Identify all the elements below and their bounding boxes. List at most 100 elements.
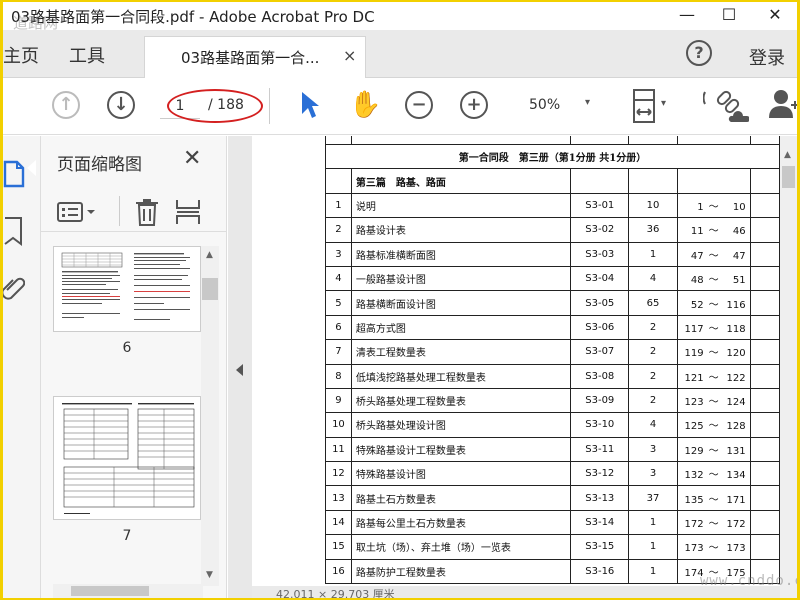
table-row: 4 一般路基设计图 S3-04 4 48 ～ 51 bbox=[325, 265, 780, 292]
table-row: 9 桥头路基处理工程数量表 S3-09 2 123 ～ 124 bbox=[325, 387, 780, 414]
bookmark-icon[interactable] bbox=[3, 216, 27, 246]
zoom-in-icon[interactable]: + bbox=[460, 91, 488, 119]
tab-tools[interactable]: 工具 bbox=[69, 42, 105, 68]
select-cursor-icon[interactable] bbox=[299, 90, 321, 124]
range-tilde: ～ bbox=[708, 543, 719, 555]
close-panel-icon[interactable]: ✕ bbox=[183, 146, 201, 171]
range-tilde: ～ bbox=[708, 275, 719, 287]
document-scrollbar[interactable]: ▲ bbox=[780, 136, 797, 598]
page-dimensions: 42.011 × 29.703 厘米 bbox=[276, 588, 395, 598]
page-from: 11 bbox=[690, 226, 704, 238]
sheet-count: 2 bbox=[628, 339, 678, 365]
add-user-icon[interactable] bbox=[769, 88, 797, 127]
page-range: 117 ～ 118 bbox=[676, 314, 751, 341]
tab-home[interactable]: 主页 bbox=[3, 42, 39, 68]
hand-tool-icon[interactable]: ✋ bbox=[349, 90, 381, 120]
remark-cell bbox=[749, 534, 780, 560]
page-from: 47 bbox=[690, 250, 704, 262]
page-from: 48 bbox=[690, 275, 704, 287]
sheet-count: 65 bbox=[628, 290, 678, 316]
page-thumbnail[interactable] bbox=[53, 246, 201, 332]
link-icon[interactable] bbox=[702, 88, 750, 131]
table-row: 第一合同段 第三册（第1分册 共1分册） bbox=[325, 143, 780, 170]
page-fit-icon[interactable] bbox=[631, 88, 657, 124]
table-row: 15 取土坑（场）、弃土堆（场）一览表 S3-15 1 173 ～ 173 bbox=[325, 534, 780, 560]
page-to: 47 bbox=[732, 250, 746, 262]
page-to: 116 bbox=[726, 299, 746, 311]
drawing-name: 低填浅挖路基处理工程数量表 bbox=[350, 363, 572, 389]
remark-cell bbox=[749, 485, 780, 511]
page-from: 173 bbox=[684, 543, 704, 555]
page-to: 46 bbox=[732, 226, 746, 238]
help-icon[interactable]: ? bbox=[686, 40, 712, 66]
next-page-icon[interactable]: ↓ bbox=[107, 91, 135, 119]
page-range: 132 ～ 134 bbox=[676, 461, 751, 487]
active-panel-marker bbox=[27, 160, 36, 176]
table-row: 2 路基设计表 S3-02 36 11 ～ 46 bbox=[325, 217, 780, 243]
row-number: 5 bbox=[325, 290, 352, 316]
remark-cell bbox=[749, 509, 780, 536]
scroll-down-icon[interactable]: ▼ bbox=[206, 570, 213, 580]
chevron-down-icon[interactable]: ▾ bbox=[661, 98, 666, 109]
table-row: 14 路基每公里土石方数量表 S3-14 1 172 ～ 172 bbox=[325, 509, 780, 536]
zoom-select[interactable]: 50% ▾ bbox=[515, 97, 605, 119]
panel-scroll-thumb[interactable] bbox=[202, 278, 218, 300]
login-button[interactable]: 登录 bbox=[749, 44, 785, 70]
tab-document-label: 03路基路面第一合... bbox=[181, 49, 320, 67]
trash-icon[interactable] bbox=[135, 198, 159, 230]
drawing-code: S3-03 bbox=[570, 241, 630, 267]
previous-page-icon[interactable]: ↑ bbox=[52, 91, 80, 119]
window-title: 03路基路面第一合同段.pdf - Adobe Acrobat Pro DC bbox=[11, 8, 375, 26]
page-to: 51 bbox=[732, 275, 746, 287]
remark-cell bbox=[749, 412, 780, 438]
panel-scrollbar[interactable]: ▲ ▼ bbox=[201, 246, 219, 586]
range-tilde: ～ bbox=[708, 421, 719, 433]
panel-horizontal-scrollbar[interactable] bbox=[53, 584, 203, 598]
page-from: 132 bbox=[684, 470, 704, 482]
highlight-ellipse bbox=[167, 89, 263, 123]
tab-bar: 主页 工具 03路基路面第一合... × ? 登录 bbox=[3, 30, 797, 78]
zoom-out-icon[interactable]: − bbox=[405, 91, 433, 119]
maximize-button[interactable]: ☐ bbox=[709, 2, 749, 30]
page-range: 1 ～ 10 bbox=[676, 192, 751, 219]
toolbar: ↑ ↓ / 188 ✋ − + 50% ▾ ▾ bbox=[3, 78, 797, 135]
page-range: 129 ～ 131 bbox=[676, 436, 751, 463]
scroll-up-icon[interactable]: ▲ bbox=[206, 250, 213, 260]
pdf-page: 第一合同段 第三册（第1分册 共1分册） 第三篇 路基、路面 1 说明 S3-01 1… bbox=[252, 136, 780, 598]
panel-collapse-strip[interactable] bbox=[228, 136, 252, 598]
sheet-count: 4 bbox=[628, 412, 678, 438]
drawing-code: S3-01 bbox=[570, 192, 630, 219]
drawing-code: S3-13 bbox=[570, 485, 630, 511]
insert-page-icon[interactable] bbox=[175, 198, 201, 230]
panel-hscroll-thumb[interactable] bbox=[71, 586, 149, 596]
range-tilde: ～ bbox=[708, 323, 719, 335]
sheet-count: 2 bbox=[628, 387, 678, 414]
collapse-arrow-icon[interactable] bbox=[236, 364, 243, 376]
sheet-count: 1 bbox=[628, 534, 678, 560]
page-to: 118 bbox=[726, 323, 746, 335]
scroll-up-icon[interactable]: ▲ bbox=[784, 150, 791, 160]
close-window-button[interactable]: ✕ bbox=[755, 2, 795, 30]
row-number: 9 bbox=[325, 387, 352, 414]
row-number: 12 bbox=[325, 461, 352, 487]
tab-close-icon[interactable]: × bbox=[343, 46, 356, 65]
document-scroll-thumb[interactable] bbox=[782, 166, 795, 188]
minimize-button[interactable]: — bbox=[667, 2, 707, 30]
drawing-name: 特殊路基设计工程数量表 bbox=[350, 436, 572, 463]
page-range: 121 ～ 122 bbox=[676, 363, 751, 389]
page-from: 121 bbox=[684, 372, 704, 384]
page-thumbnail[interactable] bbox=[53, 396, 201, 520]
drawing-code: S3-14 bbox=[570, 509, 630, 536]
document-view[interactable]: 第一合同段 第三册（第1分册 共1分册） 第三篇 路基、路面 1 说明 S3-01 1… bbox=[252, 136, 797, 598]
options-menu-icon[interactable] bbox=[57, 201, 97, 227]
drawing-code: S3-15 bbox=[570, 534, 630, 560]
page-thumbnails-icon[interactable] bbox=[3, 158, 27, 188]
page-from: 117 bbox=[684, 323, 704, 335]
table-row: 11 特殊路基设计工程数量表 S3-11 3 129 ～ 131 bbox=[325, 436, 780, 463]
tab-document[interactable]: 03路基路面第一合... × bbox=[144, 36, 366, 78]
page-range: 172 ～ 172 bbox=[676, 509, 751, 536]
title-bar: 03路基路面第一合同段.pdf - Adobe Acrobat Pro DC 道… bbox=[3, 2, 797, 32]
section-title: 第三篇 路基、路面 bbox=[350, 168, 572, 194]
attachment-icon[interactable] bbox=[3, 272, 27, 302]
sheet-count: 3 bbox=[628, 461, 678, 487]
